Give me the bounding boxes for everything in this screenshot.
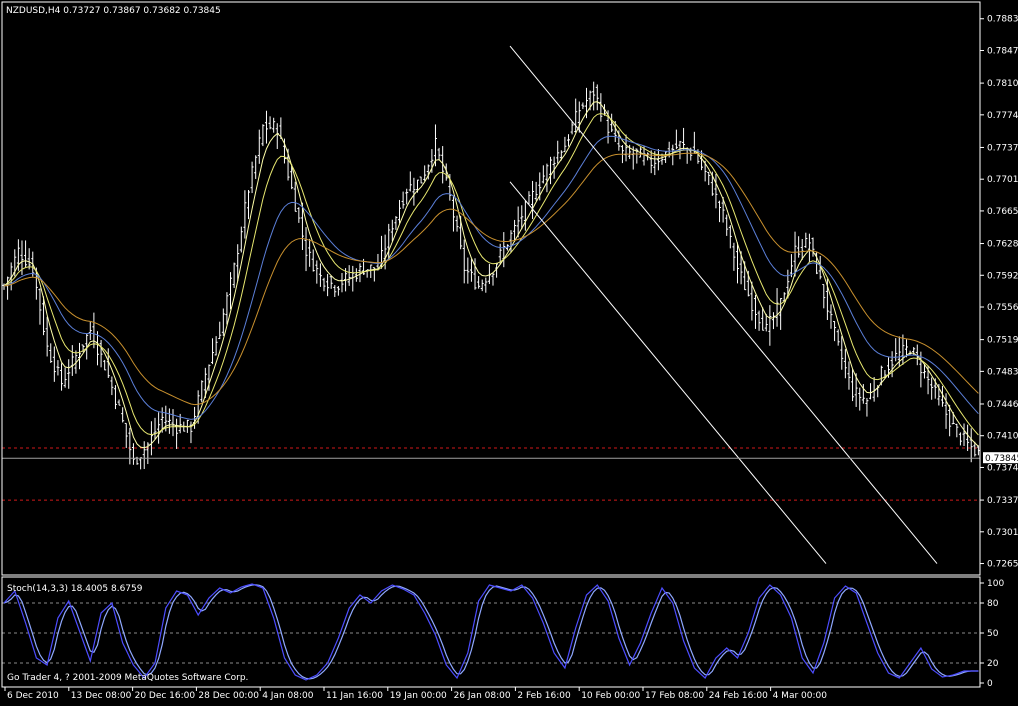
price-tick-label: 0.78470: [987, 46, 1018, 56]
chart-canvas[interactable]: NZDUSD,H4 0.73727 0.73867 0.73682 0.7384…: [0, 0, 1018, 702]
stochastic-label: Stoch(14,3,3) 18.4005 8.6759: [7, 584, 143, 594]
chart-window: NZDUSD,H4 0.73727 0.73867 0.73682 0.7384…: [0, 0, 1018, 702]
price-tick-label: 0.75190: [987, 336, 1018, 346]
price-tick-label: 0.77370: [987, 143, 1018, 153]
stochastic-tick-label: 50: [987, 629, 999, 639]
stochastic-tick-label: 80: [987, 599, 999, 609]
time-tick-label: 11 Jan 16:00: [326, 691, 383, 701]
price-tick-label: 0.74830: [987, 367, 1018, 377]
time-tick-label: 17 Feb 08:00: [645, 691, 704, 701]
time-tick-label: 6 Dec 2010: [7, 691, 59, 701]
time-tick-label: 4 Jan 08:00: [262, 691, 314, 701]
current-price-label: 0.73845: [985, 454, 1018, 464]
price-tick-label: 0.76650: [987, 207, 1018, 217]
price-tick-label: 0.76280: [987, 240, 1018, 250]
price-tick-label: 0.73010: [987, 528, 1018, 538]
symbol-header: NZDUSD,H4 0.73727 0.73867 0.73682 0.7384…: [6, 6, 221, 16]
time-tick-label: 19 Jan 00:00: [390, 691, 447, 701]
price-tick-label: 0.73740: [987, 463, 1018, 473]
price-tick-label: 0.75560: [987, 303, 1018, 313]
copyright-text: Go Trader 4, ? 2001-2009 MetaQuotes Soft…: [7, 673, 248, 683]
time-tick-label: 4 Mar 00:00: [773, 691, 828, 701]
time-tick-label: 10 Feb 00:00: [581, 691, 640, 701]
time-tick-label: 28 Dec 00:00: [198, 691, 259, 701]
price-tick-label: 0.73370: [987, 496, 1018, 506]
price-tick-label: 0.72650: [987, 560, 1018, 570]
time-tick-label: 26 Jan 08:00: [454, 691, 511, 701]
price-tick-label: 0.78100: [987, 79, 1018, 89]
price-tick-label: 0.74460: [987, 400, 1018, 410]
time-tick-label: 2 Feb 16:00: [517, 691, 571, 701]
time-tick-label: 24 Feb 16:00: [709, 691, 768, 701]
price-tick-label: 0.77010: [987, 175, 1018, 185]
price-tick-label: 0.77740: [987, 111, 1018, 121]
stochastic-tick-label: 0: [987, 679, 993, 689]
stochastic-tick-label: 100: [987, 579, 1004, 589]
price-tick-label: 0.75920: [987, 271, 1018, 281]
time-tick-label: 13 Dec 08:00: [71, 691, 132, 701]
price-tick-label: 0.74100: [987, 432, 1018, 442]
stochastic-tick-label: 20: [987, 659, 999, 669]
time-tick-label: 20 Dec 16:00: [135, 691, 196, 701]
price-tick-label: 0.78830: [987, 15, 1018, 25]
